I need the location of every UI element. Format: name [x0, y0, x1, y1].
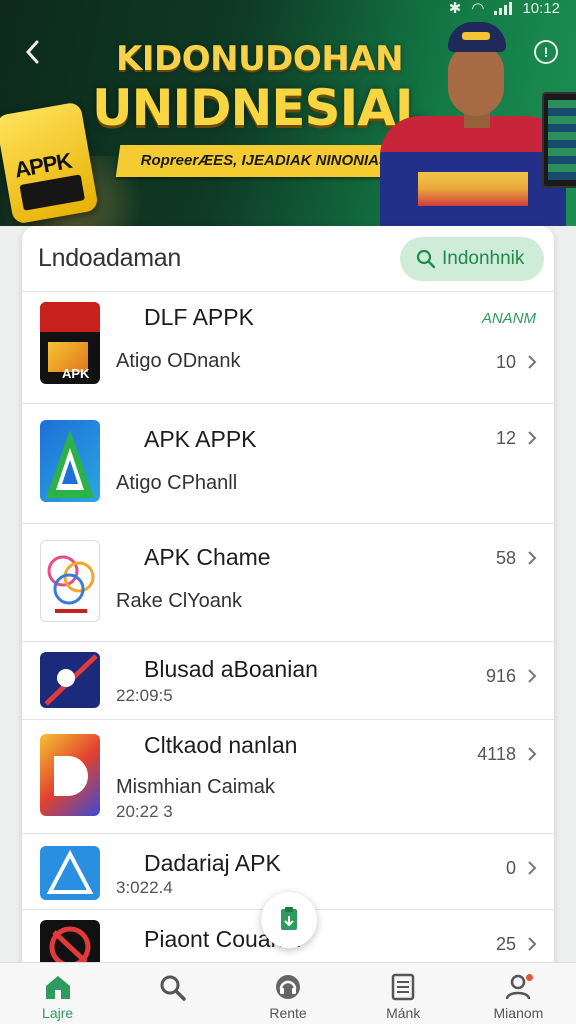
app-list-card: Lndoadaman Indonhnik APK DLF APPK Atigo … — [22, 226, 554, 986]
nav-profile-label: Mianom — [493, 1005, 544, 1021]
item-subtitle: Rake ClYoank — [116, 590, 243, 612]
list-item[interactable]: Cltkaod nanlan Mismhian Caimak 20:22 3 4… — [22, 720, 554, 834]
nav-home-label: Lajre — [42, 1005, 74, 1021]
bottom-navigation: Lajre Rente Mánk Mianom — [0, 962, 576, 1024]
search-icon — [416, 249, 436, 268]
card-header: Lndoadaman Indonhnik — [22, 226, 554, 292]
nav-rente-label: Rente — [269, 1005, 307, 1021]
banner-title-line1: KIDONUDOHAN — [116, 39, 404, 79]
nav-mank[interactable]: Mánk — [346, 963, 461, 1024]
item-name: Blusad aBoanian — [144, 656, 318, 682]
item-date: 22:09:5 — [116, 686, 173, 705]
nav-profile[interactable]: Mianom — [461, 963, 576, 1024]
nav-search[interactable] — [115, 963, 230, 1024]
item-name: Dadariaj APK — [144, 850, 281, 876]
item-name: DLF APPK — [144, 304, 254, 330]
banner-ribbon-text: RopreerÆES, IJEADIAK NINONIA3 — [140, 152, 388, 169]
promo-banner: ✱ ◠ 10:12 ! APPK KIDONUDOHAN UNIDNESIAL … — [0, 0, 576, 226]
app-screen: ✱ ◠ 10:12 ! APPK KIDONUDOHAN UNIDNESIAL … — [0, 0, 576, 1024]
item-count: 12 — [495, 428, 516, 448]
chevron-right-icon — [528, 669, 537, 683]
item-count: 58 — [495, 548, 516, 568]
item-subtitle: Mismhian Caimak — [116, 776, 275, 798]
chevron-right-icon — [528, 747, 537, 761]
notification-dot — [525, 973, 535, 982]
apk-rainbow-icon — [40, 734, 100, 816]
tablet-graphic — [542, 92, 576, 188]
item-tag: ANANM — [481, 310, 536, 327]
chevron-right-icon — [528, 861, 537, 875]
chevron-right-icon — [528, 355, 537, 369]
nav-rente[interactable]: Rente — [230, 963, 345, 1024]
apk-colorful-icon — [40, 540, 100, 622]
nav-mank-label: Mánk — [386, 1005, 421, 1021]
back-arrow-icon — [25, 40, 39, 64]
search-icon — [160, 975, 186, 1001]
apk-card-graphic: APPK — [0, 101, 99, 225]
card-title: Lndoadaman — [38, 244, 181, 272]
item-date: 3:022.4 — [116, 878, 173, 897]
item-name: Cltkaod nanlan — [144, 732, 298, 758]
list-item[interactable]: APK APPK Atigo CPhanll 12 — [22, 404, 554, 524]
item-subtitle: Atigo CPhanll — [116, 472, 238, 494]
item-count: 4118 — [477, 744, 516, 764]
item-name: APK Chame — [144, 544, 271, 570]
item-count: 916 — [485, 666, 516, 686]
back-button[interactable] — [18, 34, 46, 70]
search-button[interactable]: Indonhnik — [400, 236, 544, 281]
banner-ribbon: RopreerÆES, IJEADIAK NINONIA3 — [115, 145, 413, 177]
item-count: 0 — [505, 858, 516, 878]
item-date: 20:22 3 — [116, 802, 173, 821]
list-item[interactable]: APK Chame Rake ClYoank 58 — [22, 524, 554, 642]
apk-blue-green-icon — [40, 420, 100, 502]
chevron-right-icon — [528, 551, 537, 565]
item-count: 25 — [495, 934, 516, 954]
item-name: APK APPK — [144, 426, 257, 452]
document-icon — [391, 973, 415, 1001]
search-button-label: Indonhnik — [442, 247, 525, 269]
apk-navy-icon — [40, 652, 100, 708]
nav-home[interactable]: Lajre — [0, 963, 115, 1024]
item-subtitle: Atigo ODnank — [116, 350, 241, 372]
headset-icon — [276, 975, 300, 999]
list-item[interactable]: APK DLF APPK Atigo ODnank ANANM 10 — [22, 294, 554, 404]
chevron-right-icon — [528, 431, 537, 445]
chevron-right-icon — [528, 937, 537, 951]
floating-action-button[interactable] — [261, 892, 317, 948]
clipboard-download-icon — [281, 907, 297, 930]
apk-blue-icon — [40, 846, 100, 900]
apk-dark-icon: APK — [40, 302, 100, 384]
item-count: 10 — [495, 352, 516, 372]
banner-person-illustration — [378, 10, 568, 226]
list-item[interactable]: Blusad aBoanian 22:09:5 916 — [22, 642, 554, 720]
banner-title-line2: UNIDNESIAL — [92, 79, 427, 137]
home-icon — [45, 976, 70, 999]
